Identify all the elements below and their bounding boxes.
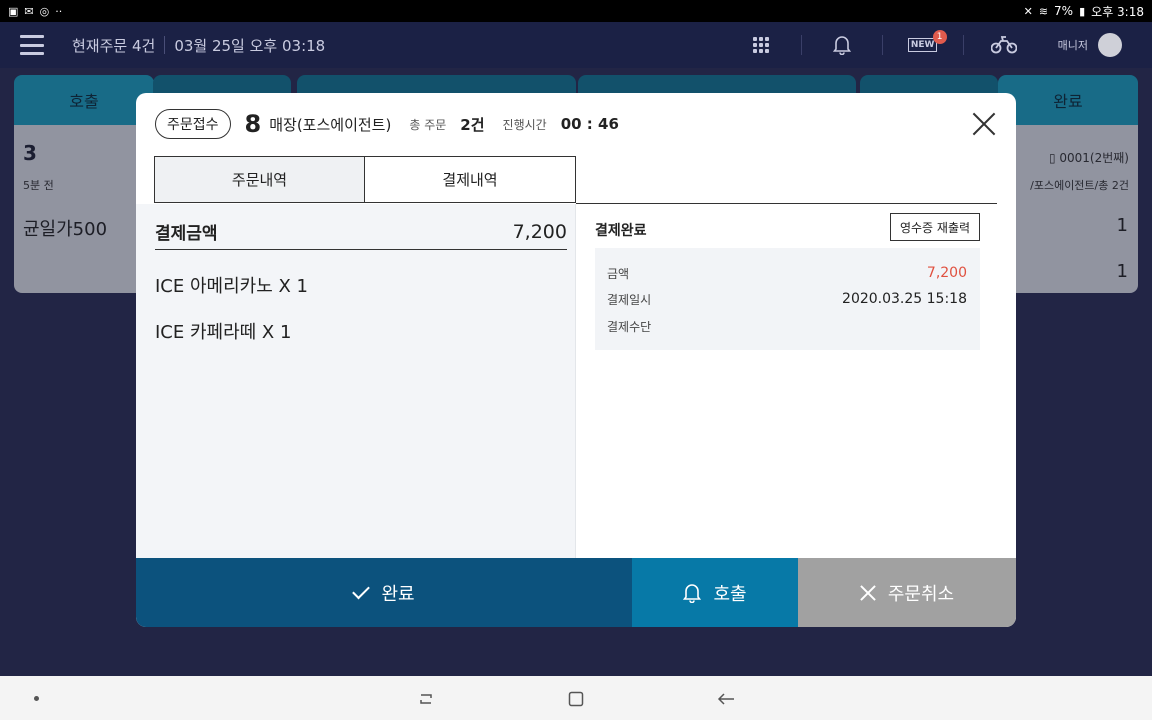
order-place: 매장(포스에이전트) xyxy=(269,115,392,134)
payment-amount-label: 결제금액 xyxy=(155,224,218,244)
recent-apps-icon[interactable] xyxy=(415,688,437,710)
bell-icon xyxy=(683,583,702,603)
battery-level: 7% xyxy=(1054,4,1074,18)
menu-icon[interactable] xyxy=(20,35,44,55)
payment-status-title: 결제완료 xyxy=(595,223,647,239)
payment-summary: 결제금액 7,200 xyxy=(155,214,567,250)
amount-value: 7,200 xyxy=(926,265,967,281)
android-navigation-bar xyxy=(0,676,1152,720)
order-detail-modal: 주문접수 8 매장(포스에이전트) 총 주문 2건 진행시간 00 : 46 주… xyxy=(136,93,1016,627)
header-divider xyxy=(164,36,166,54)
back-icon[interactable] xyxy=(715,688,737,710)
cancel-order-button[interactable]: 주문취소 xyxy=(798,558,1016,627)
payment-date-row: 결제일시 2020.03.25 15:18 xyxy=(607,291,967,308)
cancel-order-label: 주문취소 xyxy=(887,583,955,605)
more-notifications-icon: ·· xyxy=(55,4,63,18)
order-status-badge: 주문접수 xyxy=(155,109,231,139)
app-header: 현재주문 4건 03월 25일 오후 03:18 NEW 1 매니저 xyxy=(0,22,1152,68)
table-number: 8 xyxy=(244,110,262,138)
amount-label: 금액 xyxy=(607,267,630,281)
modal-actions: 완료 호출 주문취소 xyxy=(136,558,1016,627)
apps-button[interactable] xyxy=(721,37,801,53)
current-datetime: 03월 25일 오후 03:18 xyxy=(174,36,326,55)
order-line-item: ICE 아메리카노 X 1 xyxy=(155,276,308,297)
bell-icon xyxy=(832,36,851,55)
mail-icon: ✉ xyxy=(24,4,34,18)
total-orders-label: 총 주문 xyxy=(409,117,447,132)
close-icon[interactable] xyxy=(972,112,996,136)
payment-method-label: 결제수단 xyxy=(607,320,652,334)
grid-icon xyxy=(752,37,769,53)
manager-profile[interactable]: 매니저 xyxy=(1058,33,1122,57)
avatar xyxy=(1098,33,1122,57)
nav-dot-icon[interactable] xyxy=(34,696,39,701)
reprint-receipt-button[interactable]: 영수증 재출력 xyxy=(890,213,980,241)
tab-payment-history[interactable]: 결제내역 xyxy=(365,156,576,203)
payment-panel: 결제완료 영수증 재출력 금액 7,200 결제일시 2020.03.25 15… xyxy=(577,204,1016,558)
elapsed-time-label: 진행시간 xyxy=(502,117,547,132)
detail-tabs: 주문내역 결제내역 xyxy=(154,156,576,203)
call-label: 호출 xyxy=(713,583,747,605)
complete-button[interactable]: 완료 xyxy=(136,558,632,627)
payment-amount-value: 7,200 xyxy=(512,220,567,243)
modal-header: 주문접수 8 매장(포스에이전트) 총 주문 2건 진행시간 00 : 46 xyxy=(136,93,1016,155)
order-items-panel: 결제금액 7,200 ICE 아메리카노 X 1 ICE 카페라떼 X 1 xyxy=(136,204,576,558)
close-icon xyxy=(860,585,876,601)
payment-method-row: 결제수단 xyxy=(607,318,967,335)
notifications-button[interactable] xyxy=(802,35,882,55)
new-orders-button[interactable]: NEW 1 xyxy=(883,30,963,52)
total-orders-value: 2건 xyxy=(460,115,485,134)
current-orders-count: 현재주문 4건 xyxy=(72,36,156,55)
tab-order-history[interactable]: 주문내역 xyxy=(154,156,365,203)
new-count-badge: 1 xyxy=(932,30,947,44)
payment-date-label: 결제일시 xyxy=(607,293,652,307)
call-button[interactable]: 호출 xyxy=(632,558,798,627)
sync-icon: ◎ xyxy=(39,4,50,18)
order-line-item: ICE 카페라떼 X 1 xyxy=(155,322,292,343)
payment-amount-row: 금액 7,200 xyxy=(607,265,967,282)
complete-label: 완료 xyxy=(381,583,415,605)
check-icon xyxy=(352,581,371,600)
clock: 오후 3:18 xyxy=(1091,4,1144,19)
payment-date-value: 2020.03.25 15:18 xyxy=(842,291,967,307)
manager-label: 매니저 xyxy=(1057,39,1088,52)
elapsed-time-value: 00 : 46 xyxy=(560,115,619,133)
mute-icon: ✕ xyxy=(1023,4,1033,18)
wifi-icon: ≋ xyxy=(1038,4,1049,18)
payment-detail-box: 금액 7,200 결제일시 2020.03.25 15:18 결제수단 xyxy=(595,248,980,350)
motorbike-icon xyxy=(990,36,1017,54)
home-icon[interactable] xyxy=(565,688,587,710)
gallery-icon: ▣ xyxy=(8,4,19,18)
delivery-button[interactable] xyxy=(964,36,1044,54)
android-status-bar: ▣ ✉ ◎ ·· ✕ ≋ 7% ▮ 오후 3:18 xyxy=(0,0,1152,22)
battery-icon: ▮ xyxy=(1079,4,1086,18)
